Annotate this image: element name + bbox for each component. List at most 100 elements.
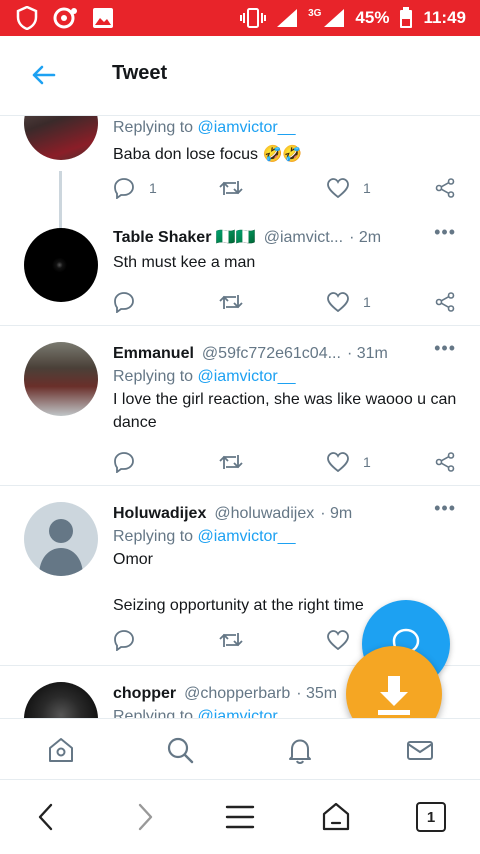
user-handle[interactable]: @59fc772e61c04... [202,342,341,365]
battery-icon [400,7,413,28]
mention-link[interactable]: @iamvictor__ [198,528,296,545]
search-icon[interactable] [165,735,195,765]
heart-icon [327,178,349,198]
share-icon [435,178,455,198]
replying-label: Replying to [113,528,194,545]
menu-icon[interactable] [223,800,257,834]
tabs-count: 1 [426,808,436,826]
heart-icon [327,452,349,472]
messages-icon[interactable] [405,735,435,765]
tweet-header: Emmanuel @59fc772e61c04... · 31m [113,342,460,365]
home-icon[interactable] [46,735,76,765]
status-bar: 3G 45% 11:49 [0,0,480,36]
tweet-actions: 1 [113,288,460,318]
avatar[interactable] [24,116,98,160]
display-name[interactable]: Table Shaker 🇳🇬🇳🇬 [113,226,256,249]
back-arrow-icon[interactable] [28,60,58,90]
signal-icon [277,9,298,27]
retweet-button[interactable] [219,288,243,316]
app-header: Tweet [0,36,480,116]
mention-link[interactable]: @iamvictor__ [198,119,296,136]
tweet-header: Table Shaker 🇳🇬🇳🇬 @iamvict... · 2m [113,226,460,249]
forward-chevron-icon[interactable] [127,800,161,834]
tweet-actions: 1 [113,448,460,478]
page-title: Tweet [112,62,168,84]
clock: 11:49 [423,8,466,27]
image-icon [93,8,113,28]
user-handle[interactable]: @iamvict... [264,226,343,249]
tweet-text: Baba don lose focus 🤣🤣 [113,146,303,163]
share-icon [435,452,455,472]
share-icon [435,292,455,312]
tweet-actions: 1 1 [113,174,460,204]
reply-button[interactable] [113,288,149,316]
notifications-icon[interactable] [285,735,315,765]
more-options-button[interactable]: ••• [434,498,456,519]
replying-to: Replying to @iamvictor__ [113,525,460,548]
tweet-text: Sth must kee a man [113,254,256,271]
reply-icon [114,292,134,313]
reply-button[interactable] [113,448,149,476]
home-icon[interactable] [319,800,353,834]
tweet-item[interactable]: Emmanuel @59fc772e61c04... · 31m Replyin… [0,326,480,486]
display-name[interactable]: Holuwadijex [113,502,206,525]
share-button[interactable] [435,288,455,316]
retweet-button[interactable] [219,448,243,476]
more-options-button[interactable]: ••• [434,222,456,243]
retweet-button[interactable] [219,626,243,654]
browser-nav-bar: 1 [0,780,480,854]
tweet-item[interactable]: Table Shaker 🇳🇬🇳🇬 @iamvict... · 2m Sth m… [0,210,480,326]
back-chevron-icon[interactable] [30,800,64,834]
like-count: 1 [363,294,371,310]
mention-link[interactable]: @iamvictor__ [198,368,296,385]
avatar[interactable] [24,228,98,302]
vibrate-icon [240,8,267,28]
like-button[interactable]: 1 [327,174,371,202]
like-button[interactable]: 1 [327,448,371,476]
retweet-icon [219,455,243,469]
reply-button[interactable]: 1 [113,174,157,202]
replying-to: Replying to @iamvictor__ [113,116,460,139]
display-name[interactable]: chopper [113,682,176,705]
retweet-button[interactable] [219,174,243,202]
tweet-text: I love the girl reaction, she was like w… [113,391,457,431]
tweet-time: · 31m [346,345,388,362]
replying-label: Replying to [113,368,194,385]
share-button[interactable] [435,174,455,202]
like-count: 1 [363,180,371,196]
tweet-time: · 35m [296,685,338,702]
bottom-tab-bar [0,718,480,780]
user-handle[interactable]: @chopperbarb [184,682,290,705]
tweet-text: Omor [113,551,153,568]
battery-percent: 45% [355,8,390,27]
retweet-icon [219,181,243,195]
more-options-button[interactable]: ••• [434,338,456,359]
display-name[interactable]: Emmanuel [113,342,194,365]
avatar[interactable] [24,502,98,576]
network-type: 3G [308,7,322,19]
replying-label: Replying to [113,119,194,136]
share-button[interactable] [435,448,455,476]
retweet-icon [219,633,243,647]
heart-icon [327,292,349,312]
like-button[interactable]: 1 [327,288,371,316]
mention-link[interactable]: @iamvictor [198,708,278,718]
avatar[interactable] [24,342,98,416]
replying-to: Replying to @iamvictor__ [113,365,460,388]
tweet-time: · 9m [320,505,353,522]
tabs-icon[interactable]: 1 [416,802,446,832]
signal-icon-2 [324,9,345,27]
retweet-icon [219,295,243,309]
user-handle[interactable]: @holuwadijex [214,502,314,525]
reply-icon [114,178,134,199]
like-count: 1 [363,454,371,470]
tweet-time: · 2m [349,229,382,246]
reply-count: 1 [149,180,157,196]
replying-label: Replying to [113,708,194,718]
reply-icon [114,452,134,473]
reply-button[interactable] [113,626,135,654]
avatar[interactable] [24,682,98,718]
ring-notification-icon [53,7,77,29]
tweet-header: Holuwadijex @holuwadijex · 9m [113,502,460,525]
shield-icon [16,6,38,30]
